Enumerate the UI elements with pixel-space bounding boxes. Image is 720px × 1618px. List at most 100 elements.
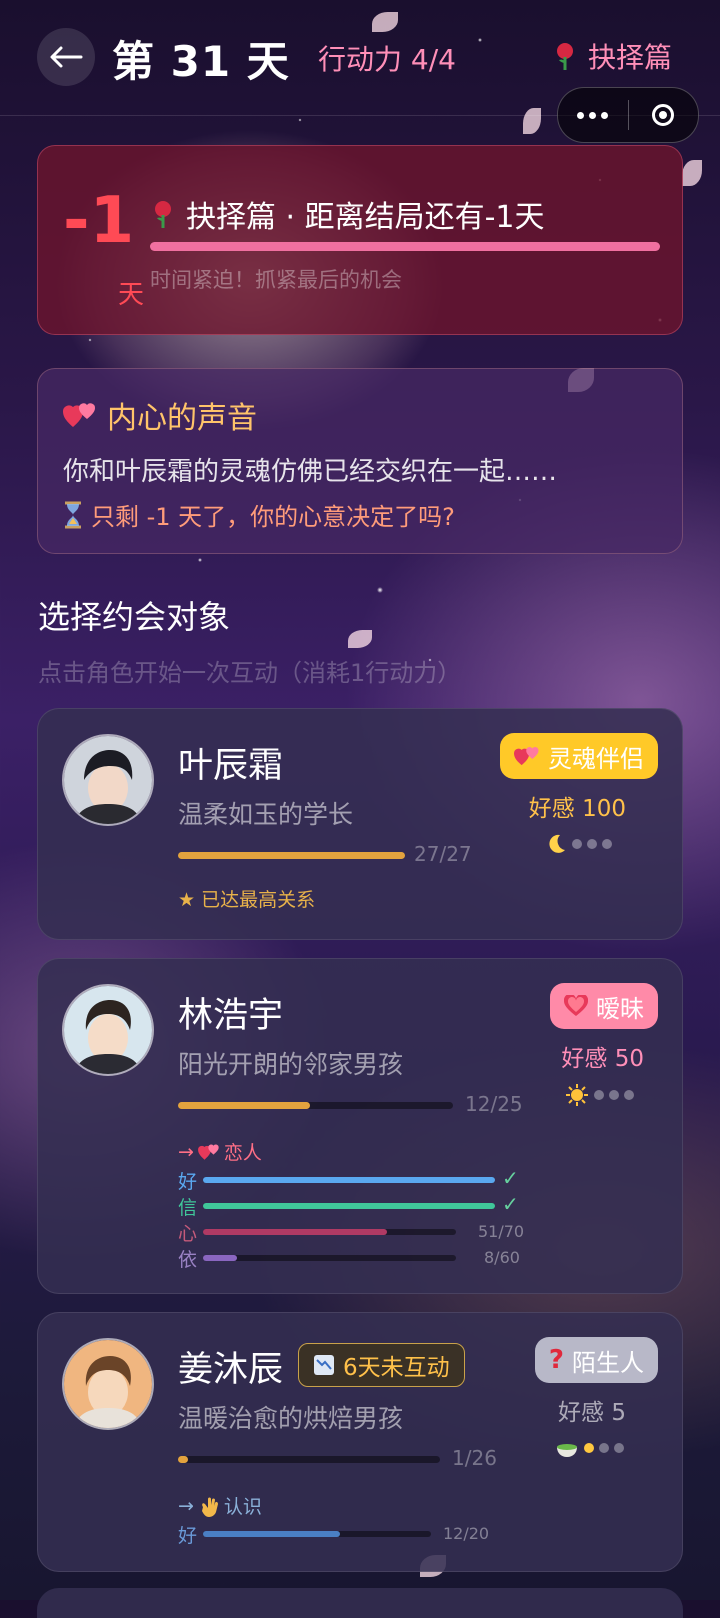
section-subtitle: 点击角色开始一次互动（消耗1行动力）	[38, 659, 462, 687]
countdown-number: -1	[63, 184, 135, 258]
slot-dot	[624, 1090, 634, 1100]
more-button[interactable]	[558, 88, 628, 142]
affection-value: 好感 5	[558, 1400, 626, 1426]
stat-fill	[203, 1531, 340, 1537]
countdown-progress-bar	[150, 242, 660, 251]
stat-label: 信	[178, 1197, 198, 1219]
chapter-label: 抉择篇	[552, 36, 672, 76]
stat-fill	[203, 1229, 388, 1235]
affection-value: 好感 50	[561, 1046, 644, 1072]
countdown-title-text: 抉择篇 · 距离结局还有-1天	[186, 200, 545, 235]
inner-voice-text: 你和叶辰霜的灵魂仿佛已经交织在一起……	[63, 457, 558, 487]
stat-value: 12/20	[443, 1524, 490, 1543]
character-desc: 阳光开朗的邻家男孩	[178, 1050, 404, 1079]
chart-down-icon	[314, 1355, 334, 1375]
next-relationship: → 恋人	[178, 1138, 262, 1165]
sun-icon	[566, 1084, 588, 1106]
progress-count: 12/25	[465, 1092, 523, 1116]
moon-icon	[549, 834, 565, 853]
progress-fill	[178, 1456, 188, 1463]
next-card-edge	[37, 1588, 683, 1618]
double-heart-icon	[63, 403, 96, 427]
slot-dot	[572, 839, 582, 849]
max-relationship-note: ★ 已达最高关系	[178, 889, 316, 911]
heart-icon	[564, 995, 588, 1016]
time-slot-indicator	[545, 833, 612, 855]
status-badge-label: 陌生人	[572, 1348, 644, 1377]
stat-fill	[203, 1203, 495, 1209]
countdown-subtitle: 时间紧迫！抓紧最后的机会	[150, 268, 402, 292]
affection-value: 好感 100	[528, 796, 626, 822]
rose-icon	[556, 43, 573, 70]
stat-bar	[203, 1531, 431, 1537]
petal-decoration	[348, 630, 372, 648]
mini-program-capsule	[557, 87, 699, 143]
stat-fill	[203, 1255, 237, 1261]
action-points: 行动力 4/4	[318, 43, 456, 76]
stat-label: 心	[178, 1223, 198, 1245]
progress-count: 1/26	[452, 1446, 497, 1470]
stat-value: 51/70	[478, 1222, 525, 1241]
status-badge-label: 灵魂伴侣	[548, 744, 644, 773]
time-slot-indicator	[555, 1437, 624, 1459]
status-badge-label: 暧昧	[596, 994, 644, 1023]
character-card-lin-haoyu[interactable]: 林浩宇 阳光开朗的邻家男孩 12/25 → 恋人 好 ✓ 信 ✓ 心 51/70…	[37, 958, 683, 1294]
time-slot-indicator	[565, 1083, 634, 1107]
stat-fill	[203, 1177, 495, 1183]
double-heart-icon	[514, 747, 539, 766]
next-arrow: →	[178, 1494, 194, 1517]
inner-voice-question-text: 只剩 -1 天了，你的心意决定了吗?	[91, 503, 455, 531]
wave-hand-icon	[201, 1497, 218, 1517]
stat-bar	[203, 1203, 495, 1209]
stat-bar	[203, 1229, 456, 1235]
inner-voice-card: 内心的声音 你和叶辰霜的灵魂仿佛已经交织在一起…… 只剩 -1 天了，你的心意决…	[37, 368, 683, 554]
character-desc: 温柔如玉的学长	[178, 800, 354, 829]
day-title: 第 31 天	[112, 37, 290, 86]
slot-dot	[614, 1443, 624, 1453]
double-heart-icon	[197, 1143, 219, 1160]
avatar	[62, 984, 154, 1076]
next-arrow: →	[178, 1140, 194, 1163]
status-badge: 灵魂伴侣	[500, 733, 658, 779]
tea-bowl-icon	[557, 1444, 577, 1457]
back-button[interactable]	[37, 28, 95, 86]
inner-voice-question: 只剩 -1 天了，你的心意决定了吗?	[63, 497, 455, 532]
relationship-progress-bar	[178, 1102, 453, 1109]
close-mini-program-button[interactable]	[629, 88, 699, 142]
slot-dot	[587, 839, 597, 849]
stat-bar	[203, 1177, 495, 1183]
stat-label: 好	[178, 1525, 198, 1547]
slot-dot	[602, 839, 612, 849]
chapter-text: 抉择篇	[587, 41, 672, 74]
stat-bar	[203, 1255, 456, 1261]
status-badge: ? 陌生人	[534, 1337, 658, 1383]
avatar	[62, 1338, 154, 1430]
progress-fill	[178, 852, 405, 859]
hourglass-icon	[65, 501, 81, 528]
status-badge: 暧昧	[550, 983, 658, 1029]
relationship-progress-bar	[178, 852, 405, 859]
section-title: 选择约会对象	[38, 598, 231, 636]
avatar	[62, 734, 154, 826]
target-circle-icon	[652, 104, 675, 126]
slot-dot	[599, 1443, 609, 1453]
rose-icon	[155, 201, 171, 228]
slot-dot	[609, 1090, 619, 1100]
character-name: 林浩宇	[178, 996, 284, 1036]
character-name: 姜沐辰	[178, 1350, 284, 1390]
more-dots-icon	[577, 111, 609, 119]
countdown-card: -1 天 抉择篇 · 距离结局还有-1天 时间紧迫！抓紧最后的机会	[37, 145, 683, 335]
inner-voice-header: 内心的声音	[63, 393, 257, 437]
question-icon: ?	[548, 1345, 564, 1375]
stat-label: 依	[178, 1249, 198, 1271]
countdown-title: 抉择篇 · 距离结局还有-1天	[150, 192, 545, 236]
progress-fill	[178, 1102, 310, 1109]
stat-label: 好	[178, 1171, 198, 1193]
slot-dot	[594, 1090, 604, 1100]
next-relationship-label: 恋人	[223, 1142, 262, 1164]
character-name: 叶辰霜	[178, 746, 284, 786]
next-relationship-label: 认识	[223, 1496, 262, 1518]
character-card-ye-chenshuang[interactable]: 叶辰霜 温柔如玉的学长 27/27 ★ 已达最高关系 灵魂伴侣 好感 100	[37, 708, 683, 940]
character-card-jiang-muchen[interactable]: 姜沐辰 温暖治愈的烘焙男孩 6天未互动 1/26 → 认识 好 12/20 ? …	[37, 1312, 683, 1572]
petal-decoration	[682, 160, 702, 186]
